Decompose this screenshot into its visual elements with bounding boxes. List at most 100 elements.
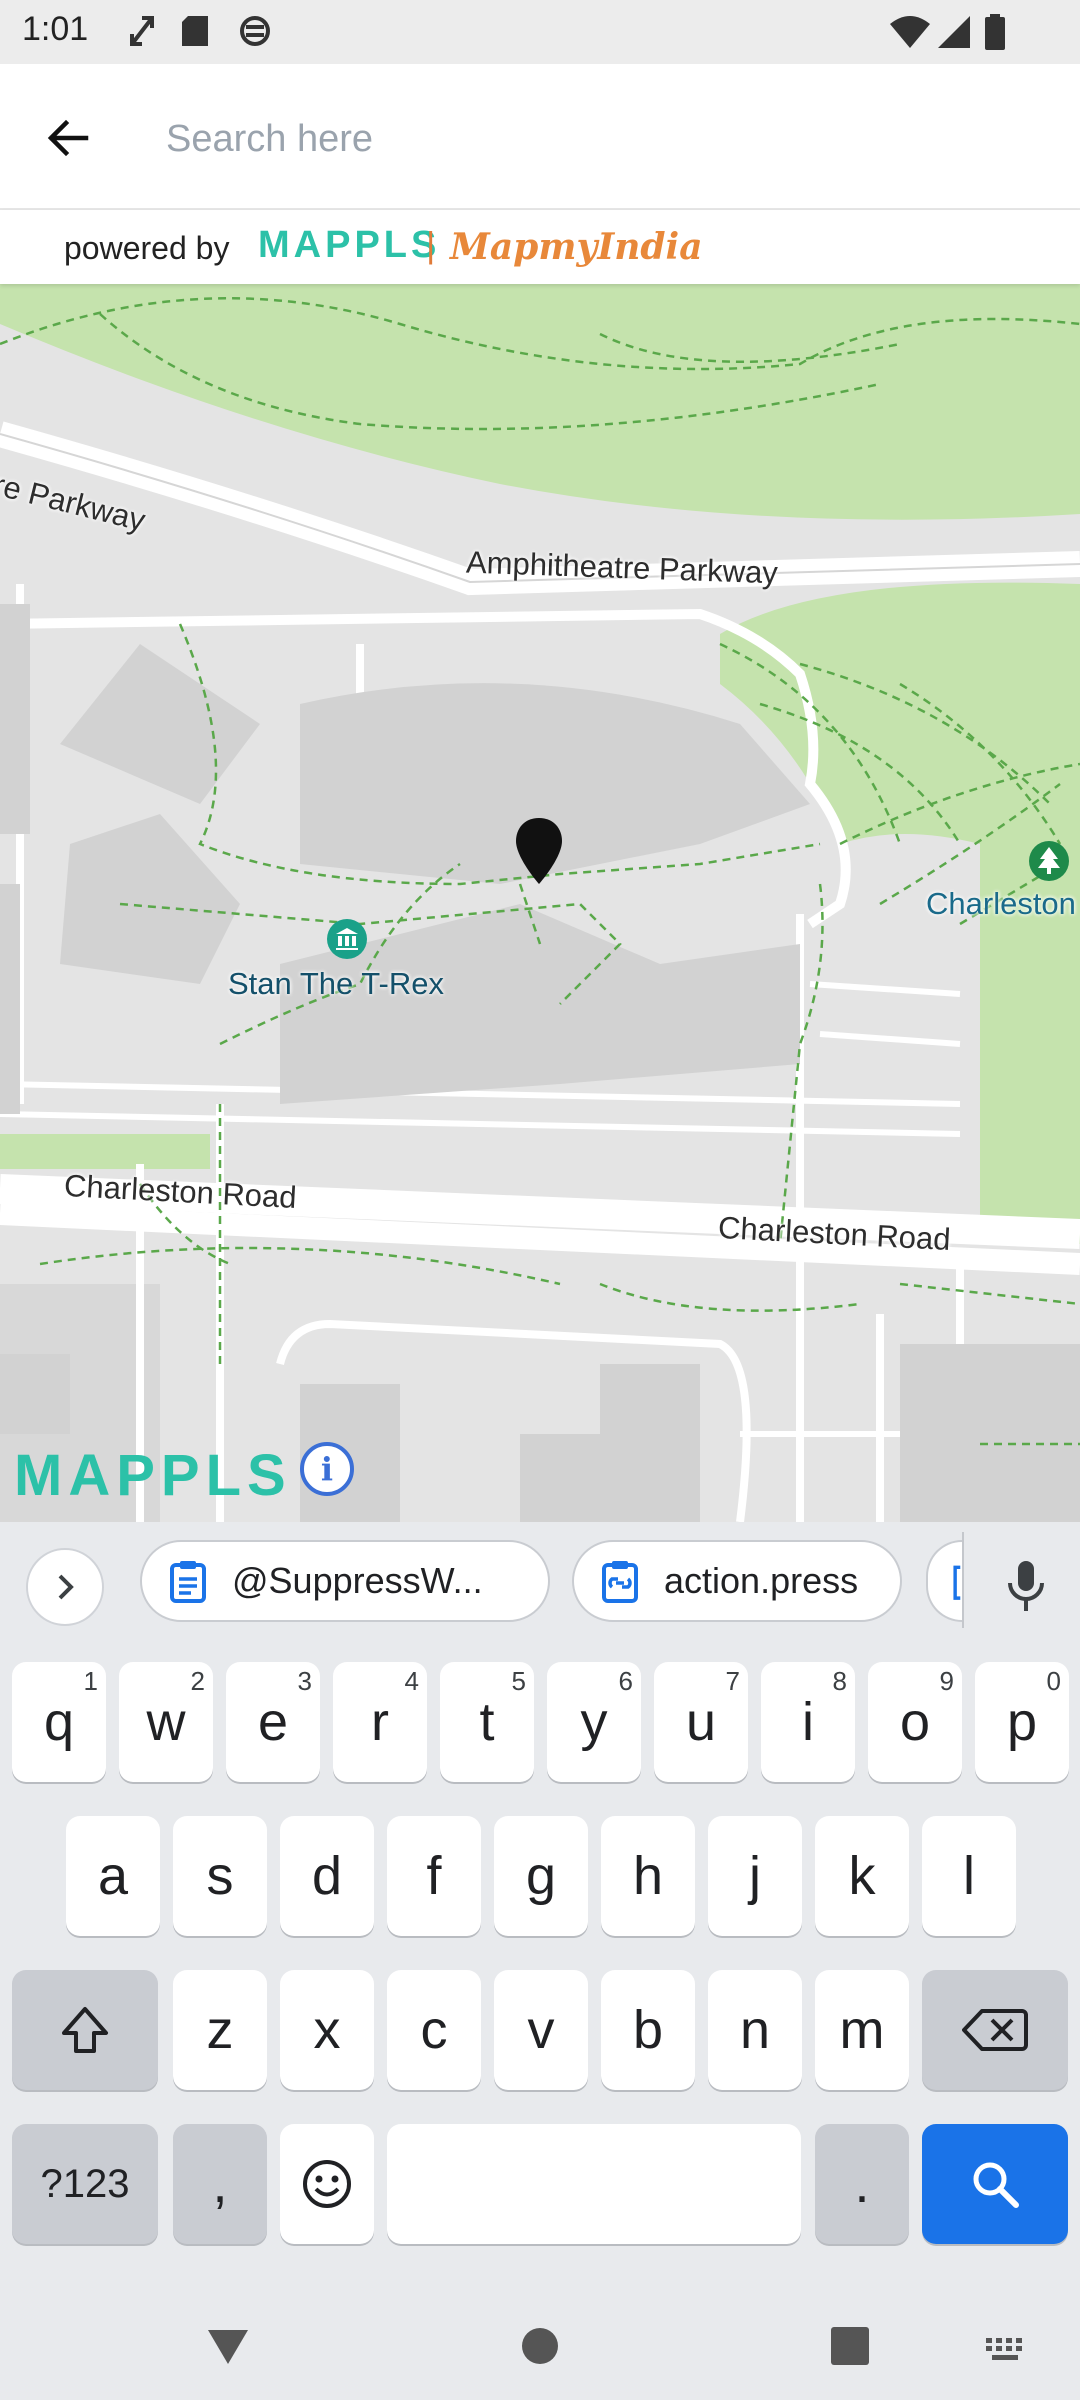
key-g[interactable]: g [494,1816,588,1936]
clipboard-link-icon [602,1561,638,1603]
map-view[interactable]: re Parkway Amphitheatre Parkway Charlest… [0,284,1080,1522]
search-input[interactable] [166,104,1026,174]
key-label: z [206,2000,234,2060]
back-button[interactable] [30,100,106,176]
nav-home-icon[interactable] [520,2326,560,2366]
key-hint: 9 [939,1666,954,1696]
keyboard-switch-icon[interactable] [984,2336,1030,2362]
search-icon [973,2162,1019,2208]
emoji-key[interactable] [280,2124,374,2244]
key-p[interactable]: p0 [975,1662,1069,1782]
key-hint: 2 [190,1666,205,1696]
key-label: v [527,2000,555,2060]
key-x[interactable]: x [280,1970,374,2090]
key-label: t [479,1692,495,1752]
clipboard-icon [953,1565,961,1600]
key-h[interactable]: h [601,1816,695,1936]
strip-divider [962,1532,964,1628]
key-a[interactable]: a [66,1816,160,1936]
map-canvas[interactable] [0,284,1080,1522]
key-r[interactable]: r4 [333,1662,427,1782]
key-label: r [371,1692,389,1752]
symbols-key[interactable]: ?123 [12,2124,158,2244]
key-label: u [685,1692,717,1752]
poi-label-stan-the-trex[interactable]: Stan The T-Rex [228,966,444,1002]
period-key[interactable]: . [815,2124,909,2244]
wifi-icon [890,16,930,48]
nav-recents-icon[interactable] [830,2326,870,2366]
key-v[interactable]: v [494,1970,588,2090]
comma-key[interactable]: , [173,2124,267,2244]
search-action-key[interactable] [922,2124,1068,2244]
microphone-icon [1008,1561,1044,1611]
key-t[interactable]: t5 [440,1662,534,1782]
poi-label-charleston-park[interactable]: Charleston [926,886,1076,922]
key-label: l [963,1846,975,1906]
mappls-map-logo: MAPPLS [14,1443,292,1508]
key-hint: 8 [832,1666,847,1696]
park-poi-icon[interactable] [1028,840,1070,882]
key-l[interactable]: l [922,1816,1016,1936]
key-label: y [580,1692,608,1752]
key-label: , [212,2154,228,2214]
key-f[interactable]: f [387,1816,481,1936]
key-hint: 4 [404,1666,419,1696]
key-e[interactable]: e3 [226,1662,320,1782]
key-label: c [420,2000,448,2060]
key-label: n [739,2000,771,2060]
key-k[interactable]: k [815,1816,909,1936]
key-c[interactable]: c [387,1970,481,2090]
key-y[interactable]: y6 [547,1662,641,1782]
key-label: o [899,1692,931,1752]
key-label: x [313,2000,341,2060]
chip-label: @SuppressW... [232,1560,483,1601]
key-label: j [749,1846,761,1906]
key-label: e [257,1692,289,1752]
shift-key[interactable] [12,1970,158,2090]
key-hint: 3 [297,1666,312,1696]
cell-signal-icon [938,16,970,48]
key-z[interactable]: z [173,1970,267,2090]
museum-poi-icon[interactable] [326,918,368,960]
clipboard-link-chip[interactable]: action.press [572,1540,902,1622]
key-hint: 1 [83,1666,98,1696]
nav-back-icon[interactable] [204,2324,252,2368]
arrow-back-icon [47,119,89,157]
key-label: w [146,1692,186,1752]
key-d[interactable]: d [280,1816,374,1936]
info-icon: i [320,1450,334,1488]
space-key[interactable] [387,2124,801,2244]
key-j[interactable]: j [708,1816,802,1936]
mappls-brand-logo: MAPPLS [258,224,441,266]
system-nav-bar [0,2300,1080,2400]
key-hint: 5 [511,1666,526,1696]
key-q[interactable]: q1 [12,1662,106,1782]
mapmyindia-brand-logo: MapmyIndia [450,226,703,268]
clipboard-suggestion-chip[interactable]: @SuppressW... [140,1540,550,1622]
key-w[interactable]: w2 [119,1662,213,1782]
expand-toolbar-button[interactable] [26,1548,104,1626]
key-label: . [854,2154,870,2214]
powered-by-bar: powered by MAPPLS | MapmyIndia [0,210,1080,284]
key-label: s [206,1846,234,1906]
shift-icon [62,2007,108,2053]
voice-input-button[interactable] [990,1550,1062,1622]
key-s[interactable]: s [173,1816,267,1936]
key-i[interactable]: i8 [761,1662,855,1782]
clipboard-icon [170,1561,206,1603]
key-n[interactable]: n [708,1970,802,2090]
backspace-key[interactable] [922,1970,1068,2090]
key-o[interactable]: o9 [868,1662,962,1782]
key-hint: 6 [618,1666,633,1696]
clipboard-chip-partial[interactable] [926,1540,962,1622]
chevron-right-icon [58,1574,74,1600]
location-pin-icon[interactable] [514,816,564,886]
key-m[interactable]: m [815,1970,909,2090]
key-b[interactable]: b [601,1970,695,2090]
attribution-info-button[interactable]: i [300,1442,354,1496]
emoji-icon [303,2160,351,2208]
data-saver-icon [240,16,270,46]
key-u[interactable]: u7 [654,1662,748,1782]
chip-label: action.press [664,1560,859,1601]
key-label: f [426,1846,442,1906]
